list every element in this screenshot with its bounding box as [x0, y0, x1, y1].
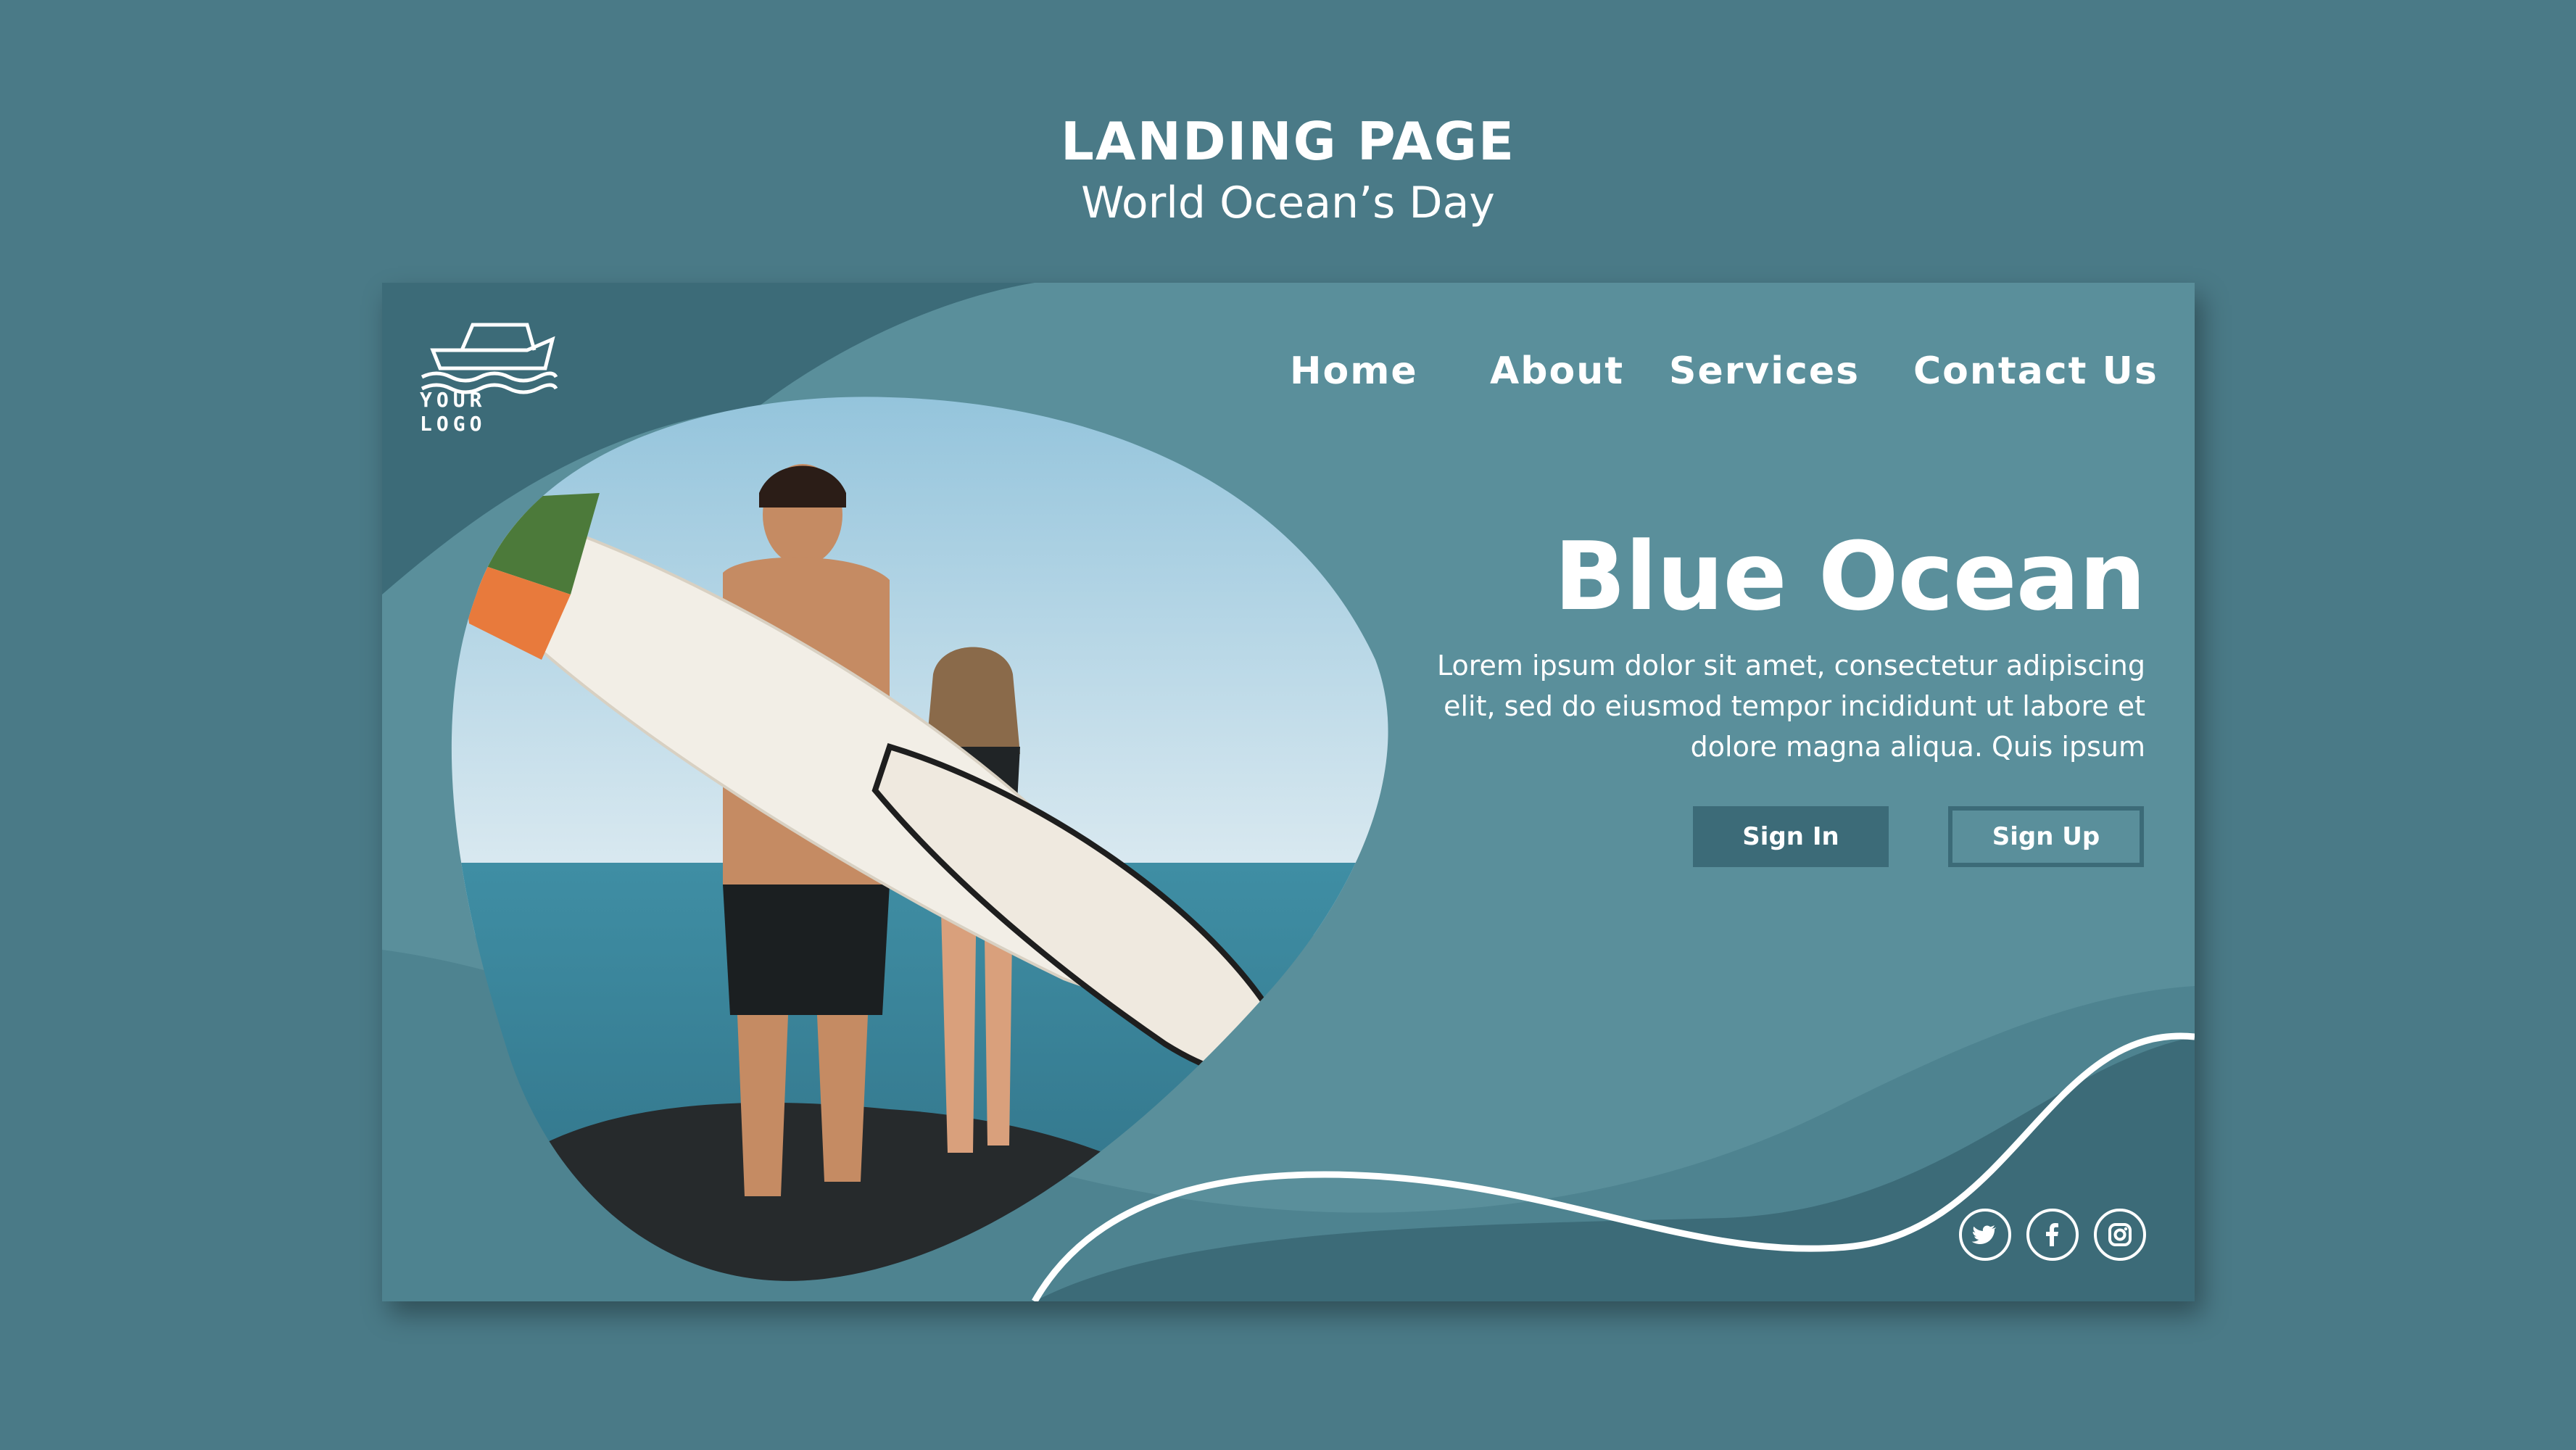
landing-mockup: YOUR LOGO Home About Services Contact Us…: [382, 283, 2195, 1301]
background-shapes: [382, 283, 2195, 1301]
twitter-icon[interactable]: [1959, 1209, 2011, 1261]
instagram-icon[interactable]: [2094, 1209, 2146, 1261]
nav-contact-us[interactable]: Contact Us: [1913, 349, 2158, 393]
nav-services[interactable]: Services: [1669, 349, 1860, 393]
main-nav: Home About Services Contact Us: [1290, 349, 2157, 400]
logo-text: YOUR LOGO: [420, 388, 486, 436]
sign-up-button[interactable]: Sign Up: [1948, 806, 2144, 867]
hero-body: Lorem ipsum dolor sit amet, consectetur …: [1437, 650, 2145, 763]
page-subtitle: World Ocean’s Day: [1081, 178, 1495, 228]
nav-home[interactable]: Home: [1290, 349, 1418, 393]
sign-in-button[interactable]: Sign In: [1693, 806, 1889, 867]
facebook-icon[interactable]: [2026, 1209, 2079, 1261]
page-heading: LANDING PAGE World Ocean’s Day: [0, 109, 2576, 232]
page-title: LANDING PAGE: [1061, 111, 1515, 172]
hero-title: Blue Ocean: [1554, 521, 2146, 631]
nav-about[interactable]: About: [1490, 349, 1624, 393]
